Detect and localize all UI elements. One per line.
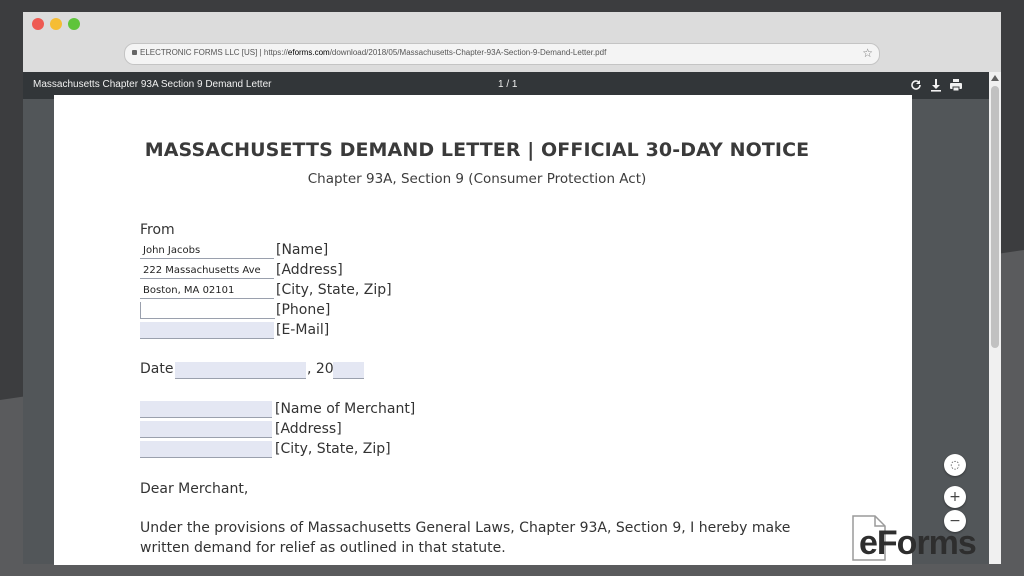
year-field[interactable] bbox=[333, 362, 364, 379]
logo-text: eForms bbox=[859, 524, 977, 562]
zoom-in-button[interactable]: + bbox=[944, 486, 966, 508]
scroll-up-arrow-icon[interactable] bbox=[991, 75, 999, 81]
document-title: Massachusetts Chapter 93A Section 9 Dema… bbox=[33, 79, 272, 90]
scroll-thumb[interactable] bbox=[991, 86, 999, 348]
window-titlebar bbox=[23, 12, 1001, 36]
merchant-city-field[interactable] bbox=[140, 441, 272, 458]
maximize-window-button[interactable] bbox=[68, 18, 80, 30]
merchant-name-field[interactable] bbox=[140, 401, 272, 418]
body-line-1: Under the provisions of Massachusetts Ge… bbox=[140, 520, 791, 536]
letter-subtitle: Chapter 93A, Section 9 (Consumer Protect… bbox=[307, 171, 647, 187]
lock-icon bbox=[132, 50, 137, 55]
sender-phone-field[interactable] bbox=[140, 302, 275, 319]
body-line-2: written demand for relief as outlined in… bbox=[140, 540, 506, 556]
sender-phone-label: [Phone] bbox=[276, 302, 331, 318]
page-indicator: 1 / 1 bbox=[498, 79, 518, 90]
minimize-window-button[interactable] bbox=[50, 18, 62, 30]
merchant-name-label: [Name of Merchant] bbox=[275, 401, 416, 417]
year-prefix: , 20 bbox=[307, 361, 334, 377]
date-field[interactable] bbox=[175, 362, 306, 379]
sender-city-label: [City, State, Zip] bbox=[276, 282, 392, 298]
sender-address-label: [Address] bbox=[276, 262, 343, 278]
download-icon[interactable] bbox=[928, 77, 944, 93]
rotate-icon[interactable] bbox=[908, 77, 924, 93]
star-icon[interactable]: ☆ bbox=[862, 46, 873, 60]
pdf-page: MASSACHUSETTS DEMAND LETTER | OFFICIAL 3… bbox=[54, 95, 912, 565]
letter-title: MASSACHUSETTS DEMAND LETTER | OFFICIAL 3… bbox=[144, 139, 810, 161]
sender-city-field[interactable]: Boston, MA 02101 bbox=[140, 282, 274, 299]
date-label: Date bbox=[140, 361, 174, 377]
address-bar[interactable]: ELECTRONIC FORMS LLC [US] | https://efor… bbox=[124, 43, 880, 65]
print-icon[interactable] bbox=[948, 77, 964, 93]
sender-address-field[interactable]: 222 Massachusetts Ave bbox=[140, 262, 274, 279]
from-label: From bbox=[140, 222, 175, 238]
close-window-button[interactable] bbox=[32, 18, 44, 30]
merchant-address-field[interactable] bbox=[140, 421, 272, 438]
fit-page-button[interactable]: ◌ bbox=[944, 454, 966, 476]
sender-name-field[interactable]: John Jacobs bbox=[140, 242, 274, 259]
vertical-scrollbar[interactable] bbox=[989, 72, 1001, 564]
sender-email-field[interactable] bbox=[140, 322, 274, 339]
url-text[interactable]: ELECTRONIC FORMS LLC [US] | https://efor… bbox=[140, 48, 606, 57]
sender-email-label: [E-Mail] bbox=[276, 322, 330, 338]
merchant-city-label: [City, State, Zip] bbox=[275, 441, 391, 457]
browser-toolbar: ELECTRONIC FORMS LLC [US] | https://efor… bbox=[23, 36, 1001, 72]
merchant-address-label: [Address] bbox=[275, 421, 342, 437]
eforms-logo: eForms bbox=[851, 514, 1001, 564]
salutation: Dear Merchant, bbox=[140, 481, 249, 497]
sender-name-label: [Name] bbox=[276, 242, 329, 258]
